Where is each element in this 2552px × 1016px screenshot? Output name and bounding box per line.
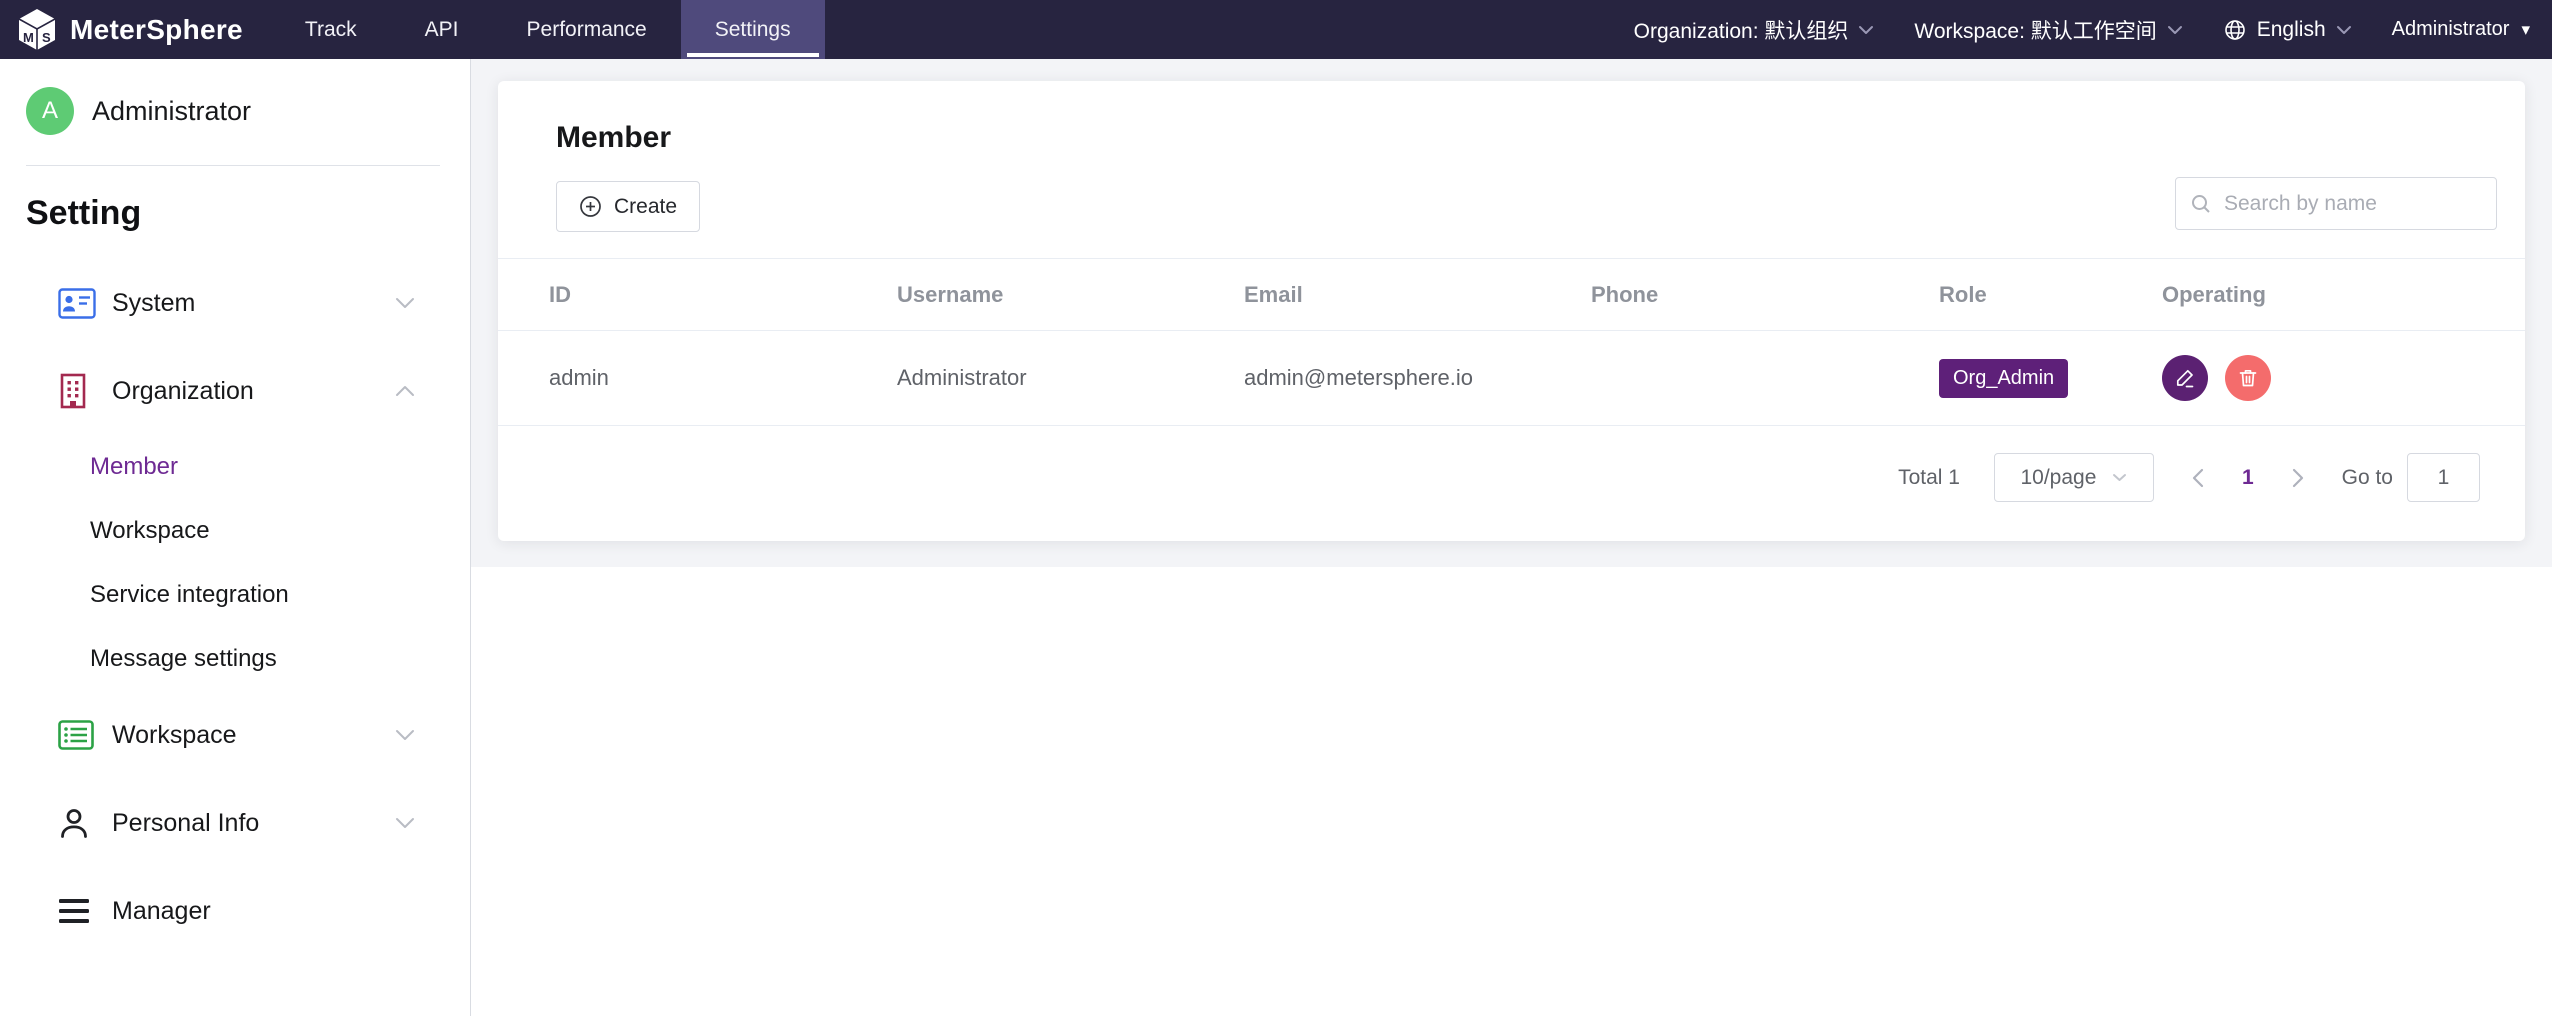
delete-button[interactable] [2225, 355, 2271, 401]
column-header-username: Username [897, 282, 1244, 308]
cell-username: Administrator [897, 365, 1244, 391]
avatar: A [26, 87, 74, 135]
cell-id: admin [549, 365, 897, 391]
chevron-up-icon [395, 385, 415, 397]
building-icon [58, 373, 102, 409]
metersphere-logo-icon: M S [16, 7, 58, 53]
nav-tab-settings[interactable]: Settings [681, 0, 825, 59]
main-content: Member Create [471, 59, 2552, 1016]
cell-role: Org_Admin [1939, 359, 2162, 398]
divider [26, 165, 440, 166]
edit-icon [2173, 366, 2197, 390]
search-icon [2190, 193, 2212, 215]
column-header-role: Role [1939, 282, 2162, 308]
sidebar-item-label: Organization [112, 377, 254, 406]
sidebar-item-workspace-group[interactable]: Workspace [0, 691, 470, 779]
chevron-down-icon [395, 817, 415, 829]
sidebar-item-label: Personal Info [112, 809, 259, 838]
workspace-label: Workspace: 默认工作空间 [1914, 15, 2156, 45]
goto-page-input[interactable] [2407, 453, 2480, 502]
nav-tab-performance[interactable]: Performance [493, 0, 681, 59]
sidebar-menu: System Organization [0, 259, 470, 955]
sidebar-user: A Administrator [26, 87, 470, 135]
sidebar: A Administrator Setting System [0, 59, 471, 1016]
table-header-row: ID Username Email Phone Role Operating [498, 258, 2525, 331]
menu-icon [58, 898, 102, 924]
pagination: Total 1 10/page 1 Go to [1898, 453, 2480, 502]
page-number[interactable]: 1 [2242, 466, 2254, 490]
cell-email: admin@metersphere.io [1244, 365, 1591, 391]
page-section-heading: Setting [26, 194, 470, 233]
organization-label: Organization: 默认组织 [1634, 15, 1849, 45]
workspace-switcher[interactable]: Workspace: 默认工作空间 [1914, 15, 2182, 45]
chevron-right-icon[interactable] [2288, 468, 2308, 488]
globe-icon [2223, 18, 2247, 42]
chevron-down-icon [2112, 473, 2127, 482]
chevron-down-icon [395, 297, 415, 309]
sidebar-item-personal-info[interactable]: Personal Info [0, 779, 470, 867]
trash-icon [2236, 366, 2260, 390]
sidebar-item-manager[interactable]: Manager [0, 867, 470, 955]
sidebar-item-service-integration[interactable]: Service integration [0, 563, 470, 627]
id-card-icon [58, 288, 102, 319]
sidebar-item-label: System [112, 289, 195, 318]
user-menu[interactable]: Administrator ▾ [2392, 18, 2530, 41]
page-title: Member [498, 121, 671, 155]
search-input[interactable] [2222, 191, 2482, 217]
sidebar-item-system[interactable]: System [0, 259, 470, 347]
organization-switcher[interactable]: Organization: 默认组织 [1634, 15, 1875, 45]
nav-tab-track[interactable]: Track [271, 0, 391, 59]
edit-button[interactable] [2162, 355, 2208, 401]
page-size-select[interactable]: 10/page [1994, 453, 2154, 502]
column-header-operating: Operating [2162, 282, 2525, 308]
column-header-email: Email [1244, 282, 1591, 308]
sidebar-item-label: Workspace [112, 721, 237, 750]
total-label: Total 1 [1898, 466, 1960, 490]
chevron-down-icon [1858, 25, 1874, 35]
sidebar-item-workspace-sub[interactable]: Workspace [0, 499, 470, 563]
goto-label: Go to [2342, 466, 2393, 490]
table-row: admin Administrator admin@metersphere.io… [498, 331, 2525, 426]
brand-name: MeterSphere [70, 14, 243, 46]
chevron-down-icon [2167, 25, 2183, 35]
brand[interactable]: M S MeterSphere [16, 7, 243, 53]
svg-text:M: M [23, 30, 34, 45]
sidebar-user-name: Administrator [92, 96, 251, 127]
plus-circle-icon [579, 195, 602, 218]
cell-operating [2162, 355, 2525, 401]
role-badge: Org_Admin [1939, 359, 2068, 398]
sidebar-item-organization[interactable]: Organization [0, 347, 470, 435]
sidebar-item-member[interactable]: Member [0, 435, 470, 499]
chevron-down-icon [395, 729, 415, 741]
list-icon [58, 720, 102, 750]
nav-tab-api[interactable]: API [391, 0, 493, 59]
svg-text:S: S [42, 30, 51, 45]
language-switcher[interactable]: English [2223, 18, 2352, 42]
caret-down-icon: ▾ [2521, 21, 2530, 38]
member-table: ID Username Email Phone Role Operating a… [498, 258, 2525, 426]
language-label: English [2257, 18, 2326, 42]
sidebar-item-label: Manager [112, 897, 211, 926]
search-box [2175, 177, 2497, 230]
top-navbar: M S MeterSphere Track API Performance Se… [0, 0, 2552, 59]
sidebar-item-message-settings[interactable]: Message settings [0, 627, 470, 691]
chevron-left-icon[interactable] [2188, 468, 2208, 488]
user-name-label: Administrator [2392, 18, 2510, 41]
person-icon [58, 807, 102, 840]
member-card: Member Create [498, 81, 2525, 541]
chevron-down-icon [2336, 25, 2352, 35]
column-header-id: ID [549, 282, 897, 308]
create-button[interactable]: Create [556, 181, 700, 232]
column-header-phone: Phone [1591, 282, 1939, 308]
